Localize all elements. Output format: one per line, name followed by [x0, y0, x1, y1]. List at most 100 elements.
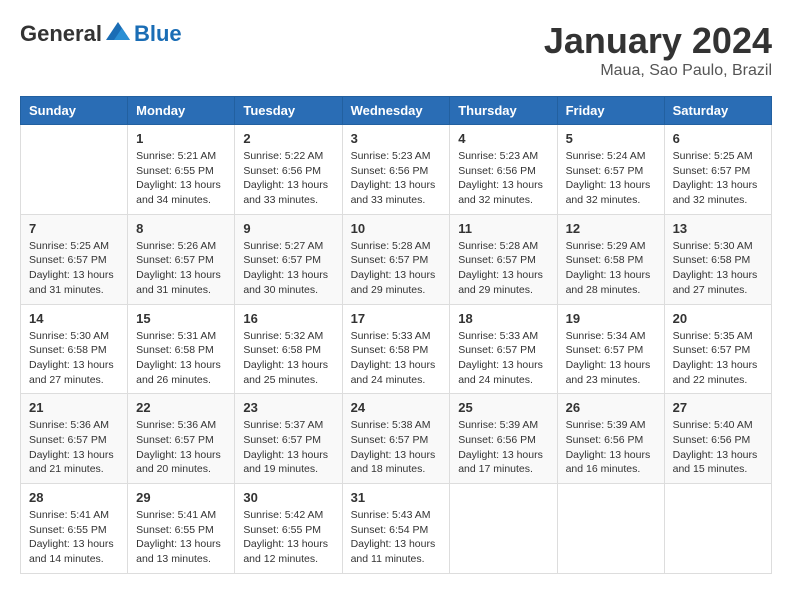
day-number: 14: [29, 311, 119, 326]
day-number: 22: [136, 400, 226, 415]
day-number: 28: [29, 490, 119, 505]
calendar-cell: 19Sunrise: 5:34 AM Sunset: 6:57 PM Dayli…: [557, 304, 664, 394]
day-info: Sunrise: 5:29 AM Sunset: 6:58 PM Dayligh…: [566, 239, 656, 298]
day-number: 11: [458, 221, 548, 236]
day-info: Sunrise: 5:37 AM Sunset: 6:57 PM Dayligh…: [243, 418, 333, 477]
day-info: Sunrise: 5:25 AM Sunset: 6:57 PM Dayligh…: [673, 149, 763, 208]
calendar-cell: 13Sunrise: 5:30 AM Sunset: 6:58 PM Dayli…: [664, 214, 771, 304]
header-row: Sunday Monday Tuesday Wednesday Thursday…: [21, 97, 772, 125]
day-number: 31: [351, 490, 442, 505]
calendar-cell: 17 Sunrise: 5:33 AM Sunset: 6:58 PM Dayli…: [342, 304, 450, 394]
calendar-cell: 10Sunrise: 5:28 AM Sunset: 6:57 PM Dayli…: [342, 214, 450, 304]
day-number: 24: [351, 400, 442, 415]
day-info: Sunrise: 5:28 AM Sunset: 6:57 PM Dayligh…: [458, 239, 548, 298]
col-wednesday: Wednesday: [342, 97, 450, 125]
col-tuesday: Tuesday: [235, 97, 342, 125]
day-info: Sunrise: 5:21 AM Sunset: 6:55 PM Dayligh…: [136, 149, 226, 208]
day-number: 7: [29, 221, 119, 236]
day-info: Sunrise: 5:26 AM Sunset: 6:57 PM Dayligh…: [136, 239, 226, 298]
day-info: Sunrise: 5:23 AM Sunset: 6:56 PM Dayligh…: [351, 149, 442, 208]
calendar-cell: 11 Sunrise: 5:28 AM Sunset: 6:57 PM Dayli…: [450, 214, 557, 304]
calendar-cell: 28 Sunrise: 5:41 AM Sunset: 6:55 PM Dayli…: [21, 484, 128, 574]
day-number: 12: [566, 221, 656, 236]
calendar-cell: 3 Sunrise: 5:23 AM Sunset: 6:56 PM Daylig…: [342, 125, 450, 215]
calendar-cell: 23Sunrise: 5:37 AM Sunset: 6:57 PM Dayli…: [235, 394, 342, 484]
calendar-week-row: 7 Sunrise: 5:25 AM Sunset: 6:57 PM Daylig…: [21, 214, 772, 304]
col-monday: Monday: [128, 97, 235, 125]
day-info: Sunrise: 5:35 AM Sunset: 6:57 PM Dayligh…: [673, 329, 763, 388]
day-info: Sunrise: 5:38 AM Sunset: 6:57 PM Dayligh…: [351, 418, 442, 477]
day-info: Sunrise: 5:40 AM Sunset: 6:56 PM Dayligh…: [673, 418, 763, 477]
day-info: Sunrise: 5:25 AM Sunset: 6:57 PM Dayligh…: [29, 239, 119, 298]
day-info: Sunrise: 5:33 AM Sunset: 6:58 PM Dayligh…: [351, 329, 442, 388]
calendar-cell: 14 Sunrise: 5:30 AM Sunset: 6:58 PM Dayli…: [21, 304, 128, 394]
calendar-week-row: 1 Sunrise: 5:21 AM Sunset: 6:55 PM Daylig…: [21, 125, 772, 215]
day-info: Sunrise: 5:41 AM Sunset: 6:55 PM Dayligh…: [29, 508, 119, 567]
calendar-cell: 9Sunrise: 5:27 AM Sunset: 6:57 PM Daylig…: [235, 214, 342, 304]
logo-icon: [104, 20, 132, 48]
calendar-cell: 25 Sunrise: 5:39 AM Sunset: 6:56 PM Dayli…: [450, 394, 557, 484]
calendar-cell: 20 Sunrise: 5:35 AM Sunset: 6:57 PM Dayli…: [664, 304, 771, 394]
calendar-week-row: 14 Sunrise: 5:30 AM Sunset: 6:58 PM Dayli…: [21, 304, 772, 394]
day-info: Sunrise: 5:31 AM Sunset: 6:58 PM Dayligh…: [136, 329, 226, 388]
day-number: 1: [136, 131, 226, 146]
day-number: 19: [566, 311, 656, 326]
calendar-cell: [664, 484, 771, 574]
calendar-table: Sunday Monday Tuesday Wednesday Thursday…: [20, 96, 772, 574]
day-number: 15: [136, 311, 226, 326]
col-sunday: Sunday: [21, 97, 128, 125]
calendar-cell: [450, 484, 557, 574]
day-number: 16: [243, 311, 333, 326]
day-number: 21: [29, 400, 119, 415]
day-number: 2: [243, 131, 333, 146]
calendar-cell: 29 Sunrise: 5:41 AM Sunset: 6:55 PM Dayli…: [128, 484, 235, 574]
day-info: Sunrise: 5:39 AM Sunset: 6:56 PM Dayligh…: [566, 418, 656, 477]
day-info: Sunrise: 5:23 AM Sunset: 6:56 PM Dayligh…: [458, 149, 548, 208]
page-header: General Blue January 2024 Maua, Sao Paul…: [20, 20, 772, 80]
day-number: 3: [351, 131, 442, 146]
calendar-cell: [21, 125, 128, 215]
day-number: 30: [243, 490, 333, 505]
calendar-cell: 7 Sunrise: 5:25 AM Sunset: 6:57 PM Daylig…: [21, 214, 128, 304]
calendar-cell: 21 Sunrise: 5:36 AM Sunset: 6:57 PM Dayli…: [21, 394, 128, 484]
day-info: Sunrise: 5:28 AM Sunset: 6:57 PM Dayligh…: [351, 239, 442, 298]
day-info: Sunrise: 5:30 AM Sunset: 6:58 PM Dayligh…: [673, 239, 763, 298]
calendar-cell: [557, 484, 664, 574]
day-info: Sunrise: 5:30 AM Sunset: 6:58 PM Dayligh…: [29, 329, 119, 388]
calendar-cell: 1 Sunrise: 5:21 AM Sunset: 6:55 PM Daylig…: [128, 125, 235, 215]
day-number: 27: [673, 400, 763, 415]
calendar-subtitle: Maua, Sao Paulo, Brazil: [544, 62, 772, 80]
calendar-cell: 22Sunrise: 5:36 AM Sunset: 6:57 PM Dayli…: [128, 394, 235, 484]
day-number: 9: [243, 221, 333, 236]
day-info: Sunrise: 5:39 AM Sunset: 6:56 PM Dayligh…: [458, 418, 548, 477]
calendar-cell: 2 Sunrise: 5:22 AM Sunset: 6:56 PM Daylig…: [235, 125, 342, 215]
day-number: 17: [351, 311, 442, 326]
calendar-week-row: 28 Sunrise: 5:41 AM Sunset: 6:55 PM Dayli…: [21, 484, 772, 574]
calendar-title: January 2024: [544, 20, 772, 62]
col-friday: Friday: [557, 97, 664, 125]
day-info: Sunrise: 5:36 AM Sunset: 6:57 PM Dayligh…: [29, 418, 119, 477]
col-saturday: Saturday: [664, 97, 771, 125]
calendar-cell: 26 Sunrise: 5:39 AM Sunset: 6:56 PM Dayli…: [557, 394, 664, 484]
calendar-cell: 15 Sunrise: 5:31 AM Sunset: 6:58 PM Dayli…: [128, 304, 235, 394]
day-number: 8: [136, 221, 226, 236]
calendar-cell: 6Sunrise: 5:25 AM Sunset: 6:57 PM Daylig…: [664, 125, 771, 215]
day-number: 26: [566, 400, 656, 415]
title-block: January 2024 Maua, Sao Paulo, Brazil: [544, 20, 772, 80]
calendar-cell: 12 Sunrise: 5:29 AM Sunset: 6:58 PM Dayli…: [557, 214, 664, 304]
day-info: Sunrise: 5:41 AM Sunset: 6:55 PM Dayligh…: [136, 508, 226, 567]
calendar-cell: 16Sunrise: 5:32 AM Sunset: 6:58 PM Dayli…: [235, 304, 342, 394]
logo: General Blue: [20, 20, 182, 48]
logo-blue-text: Blue: [134, 21, 182, 47]
day-number: 5: [566, 131, 656, 146]
day-number: 4: [458, 131, 548, 146]
day-number: 20: [673, 311, 763, 326]
calendar-body: 1 Sunrise: 5:21 AM Sunset: 6:55 PM Daylig…: [21, 125, 772, 574]
calendar-cell: 30Sunrise: 5:42 AM Sunset: 6:55 PM Dayli…: [235, 484, 342, 574]
day-info: Sunrise: 5:22 AM Sunset: 6:56 PM Dayligh…: [243, 149, 333, 208]
calendar-week-row: 21 Sunrise: 5:36 AM Sunset: 6:57 PM Dayli…: [21, 394, 772, 484]
calendar-cell: 18Sunrise: 5:33 AM Sunset: 6:57 PM Dayli…: [450, 304, 557, 394]
calendar-cell: 4 Sunrise: 5:23 AM Sunset: 6:56 PM Daylig…: [450, 125, 557, 215]
day-number: 25: [458, 400, 548, 415]
day-number: 29: [136, 490, 226, 505]
